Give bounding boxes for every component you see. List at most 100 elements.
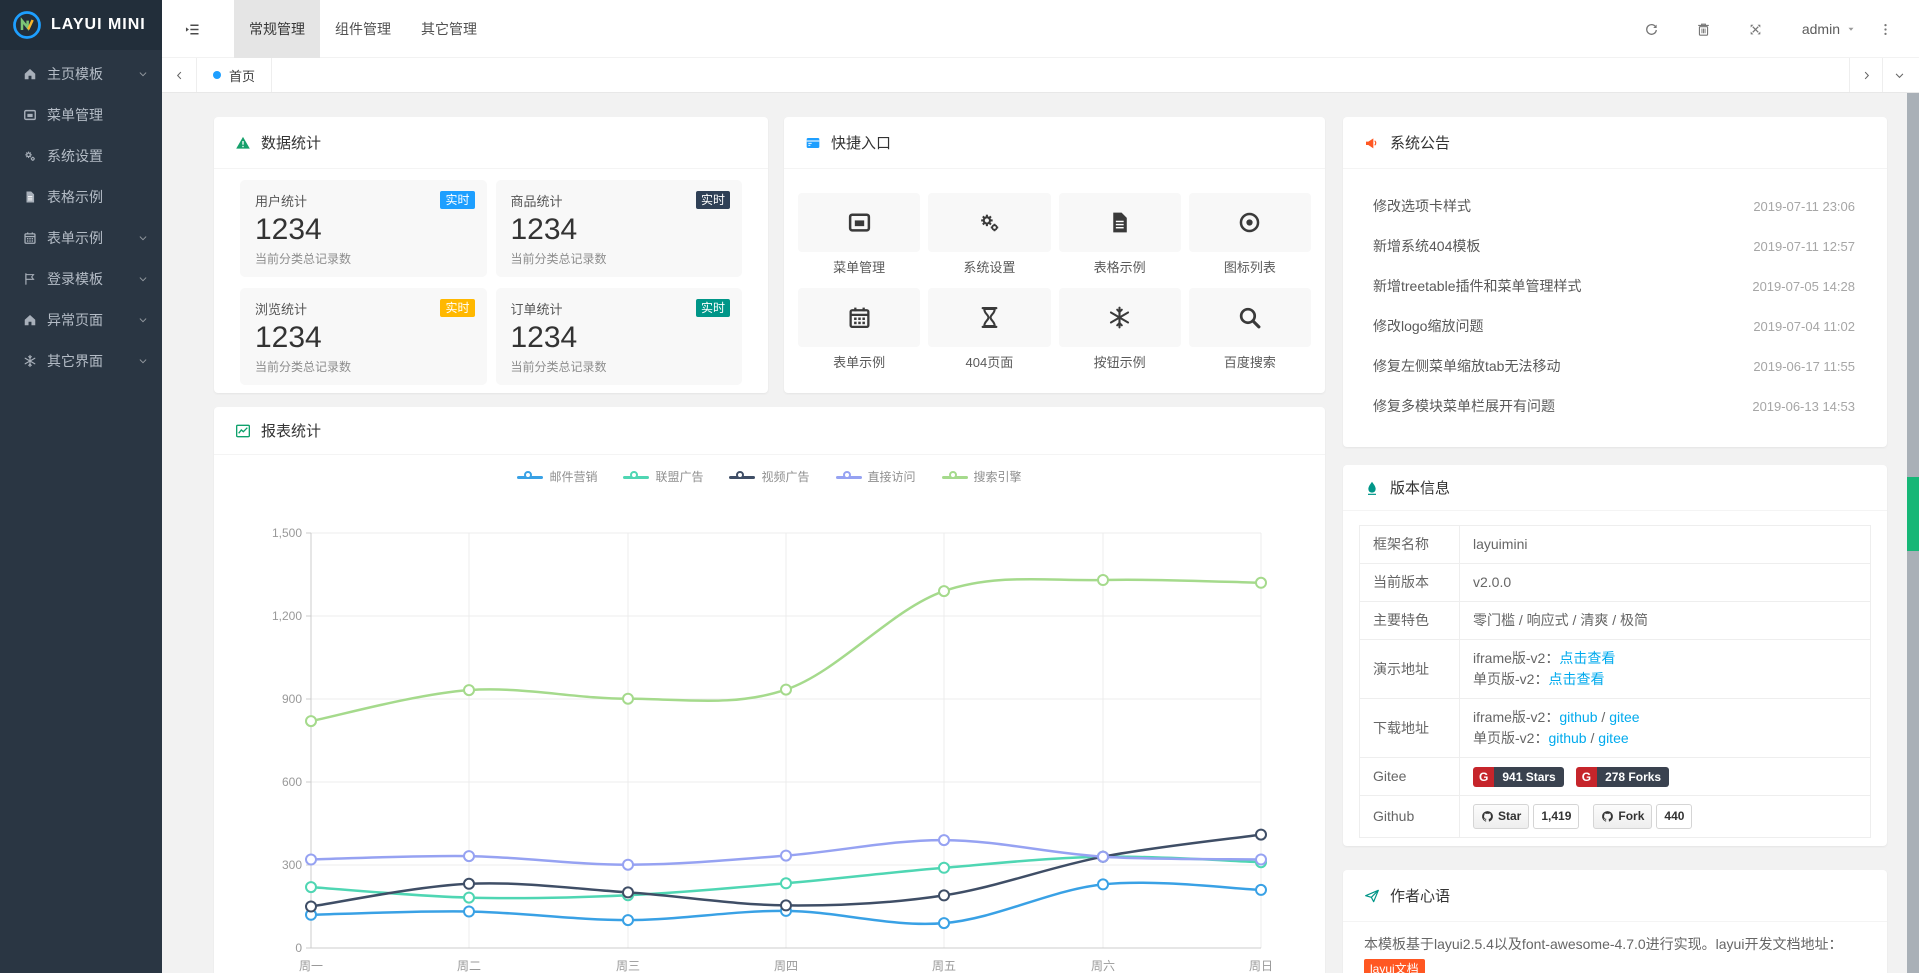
link-github[interactable]: github xyxy=(1548,730,1586,746)
sidebar-item-登录模板[interactable]: 登录模板 xyxy=(0,258,162,299)
sidebar-item-主页模板[interactable]: 主页模板 xyxy=(0,53,162,94)
page-tab-首页[interactable]: 首页 xyxy=(197,58,272,92)
version-row-value: layuimini xyxy=(1460,526,1871,564)
github-fork-button[interactable]: Fork xyxy=(1593,804,1652,829)
link-github[interactable]: github xyxy=(1559,709,1597,725)
quick-tile-404页面[interactable] xyxy=(928,288,1050,347)
github-star-widget[interactable]: Star1,419 xyxy=(1473,804,1579,829)
sidebar-item-菜单管理[interactable]: 菜单管理 xyxy=(0,94,162,135)
clear-cache-button[interactable] xyxy=(1678,0,1730,58)
quick-label: 404页面 xyxy=(928,354,1050,372)
collapse-menu-button[interactable] xyxy=(162,0,222,58)
notice-row[interactable]: 修改logo缩放问题 2019-07-04 11:02 xyxy=(1343,306,1887,346)
window-icon xyxy=(847,210,872,235)
sidebar: LAYUI MINI 主页模板菜单管理系统设置表格示例表单示例登录模板异常页面其… xyxy=(0,0,162,973)
sidebar-item-表单示例[interactable]: 表单示例 xyxy=(0,217,162,258)
scrollbar-thumb[interactable] xyxy=(1907,477,1919,551)
link-点击查看[interactable]: 点击查看 xyxy=(1548,671,1604,687)
notice-row[interactable]: 新增treetable插件和菜单管理样式2019-07-05 14:28 xyxy=(1343,266,1887,306)
svg-text:周四: 周四 xyxy=(774,959,798,973)
notice-date: 2019-06-17 11:55 xyxy=(1753,359,1855,374)
stat-label: 浏览统计 xyxy=(255,299,472,318)
version-row-label: 下载地址 xyxy=(1360,699,1460,758)
quick-tile-系统设置[interactable] xyxy=(928,193,1050,252)
quick-entry-grid: 菜单管理系统设置表格示例图标列表表单示例404页面按钮示例百度搜索 xyxy=(784,169,1325,383)
quick-tile-表格示例[interactable] xyxy=(1059,193,1181,252)
more-menu-button[interactable] xyxy=(1865,0,1905,58)
version-table: 框架名称layuimini当前版本v2.0.0主要特色零门槛 / 响应式 / 清… xyxy=(1359,525,1871,838)
version-row-label: 框架名称 xyxy=(1360,526,1460,564)
sidebar-item-表格示例[interactable]: 表格示例 xyxy=(0,176,162,217)
page-tab-label: 首页 xyxy=(229,66,255,85)
link-点击查看[interactable]: 点击查看 xyxy=(1559,650,1615,666)
legend-item-直接访问[interactable]: 直接访问 xyxy=(836,468,916,485)
gitee-logo-icon: G xyxy=(1473,767,1494,787)
legend-marker-icon xyxy=(623,471,649,483)
legend-item-邮件营销[interactable]: 邮件营销 xyxy=(517,468,597,485)
version-row-演示地址: 演示地址iframe版-v2：点击查看单页版-v2：点击查看 xyxy=(1360,640,1871,699)
chevron-down-icon xyxy=(138,315,148,325)
user-menu[interactable]: admin xyxy=(1802,21,1857,37)
trash-icon xyxy=(1696,22,1711,37)
main-content: 数据统计 用户统计实时1234当前分类总记录数商品统计实时1234当前分类总记录… xyxy=(162,93,1919,973)
version-row-label: Gitee xyxy=(1360,758,1460,796)
version-row-label: Github xyxy=(1360,796,1460,838)
snowflake-icon xyxy=(1107,305,1132,330)
sidebar-item-异常页面[interactable]: 异常页面 xyxy=(0,299,162,340)
notice-title: 新增系统404模板 xyxy=(1373,236,1480,256)
nav-tab-其它管理[interactable]: 其它管理 xyxy=(406,0,492,58)
legend-item-搜索引擎[interactable]: 搜索引擎 xyxy=(942,468,1022,485)
notice-row[interactable]: 修复左侧菜单缩放tab无法移动2019-06-17 11:55 xyxy=(1343,346,1887,386)
notice-row[interactable]: 修改选项卡样式2019-07-11 23:06 xyxy=(1343,186,1887,226)
legend-label: 直接访问 xyxy=(868,468,916,485)
stat-value: 1234 xyxy=(255,213,472,247)
header-actions: admin xyxy=(1626,0,1919,58)
notice-date: 2019-07-04 11:02 xyxy=(1753,319,1855,334)
link-gitee[interactable]: gitee xyxy=(1609,709,1639,725)
legend-label: 视频广告 xyxy=(761,468,809,485)
tab-operations-button[interactable] xyxy=(1882,58,1915,92)
svg-text:900: 900 xyxy=(282,692,302,706)
refresh-button[interactable] xyxy=(1626,0,1678,58)
layui-logo-icon xyxy=(12,10,42,40)
quick-tile-表单示例[interactable] xyxy=(798,288,920,347)
sidebar-item-系统设置[interactable]: 系统设置 xyxy=(0,135,162,176)
version-row-label: 主要特色 xyxy=(1360,602,1460,640)
stat-value: 1234 xyxy=(511,321,728,355)
logo[interactable]: LAYUI MINI xyxy=(0,0,162,50)
notice-row[interactable]: 修复多模块菜单栏展开有问题2019-06-13 14:53 xyxy=(1343,386,1887,426)
nav-tab-组件管理[interactable]: 组件管理 xyxy=(320,0,406,58)
version-info-header: 版本信息 xyxy=(1343,465,1887,511)
github-star-button[interactable]: Star xyxy=(1473,804,1529,829)
gitee-badge[interactable]: G941 Stars xyxy=(1473,767,1564,787)
svg-text:周三: 周三 xyxy=(616,959,640,973)
notice-row[interactable]: 新增系统404模板2019-07-11 12:57 xyxy=(1343,226,1887,266)
home-icon xyxy=(20,313,40,327)
quick-tile-图标列表[interactable] xyxy=(1189,193,1311,252)
version-row-主要特色: 主要特色零门槛 / 响应式 / 清爽 / 极简 xyxy=(1360,602,1871,640)
link-gitee[interactable]: gitee xyxy=(1598,730,1628,746)
github-icon xyxy=(1601,810,1614,823)
svg-text:300: 300 xyxy=(282,858,302,872)
notice-title: 修改logo缩放问题 xyxy=(1373,316,1483,336)
chevron-right-icon xyxy=(1861,70,1872,81)
quick-item-菜单管理: 菜单管理 xyxy=(798,193,920,288)
quick-tile-百度搜索[interactable] xyxy=(1189,288,1311,347)
sidebar-item-其它界面[interactable]: 其它界面 xyxy=(0,340,162,381)
gitee-badge[interactable]: G278 Forks xyxy=(1576,767,1669,787)
tab-scroll-left-button[interactable] xyxy=(162,58,197,92)
github-icon xyxy=(1481,810,1494,823)
fullscreen-button[interactable] xyxy=(1730,0,1782,58)
github-fork-widget[interactable]: Fork440 xyxy=(1593,804,1692,829)
layui-doc-badge[interactable]: layui文档 xyxy=(1364,959,1425,973)
svg-text:周日: 周日 xyxy=(1249,959,1273,973)
legend-item-联盟广告[interactable]: 联盟广告 xyxy=(623,468,703,485)
nav-tab-常规管理[interactable]: 常规管理 xyxy=(234,0,320,58)
tab-scroll-right-button[interactable] xyxy=(1849,58,1882,92)
quick-tile-按钮示例[interactable] xyxy=(1059,288,1181,347)
quick-tile-菜单管理[interactable] xyxy=(798,193,920,252)
legend-item-视频广告[interactable]: 视频广告 xyxy=(729,468,809,485)
caret-down-icon xyxy=(1845,23,1857,35)
version-row-label: 当前版本 xyxy=(1360,564,1460,602)
megaphone-icon xyxy=(1364,135,1380,151)
